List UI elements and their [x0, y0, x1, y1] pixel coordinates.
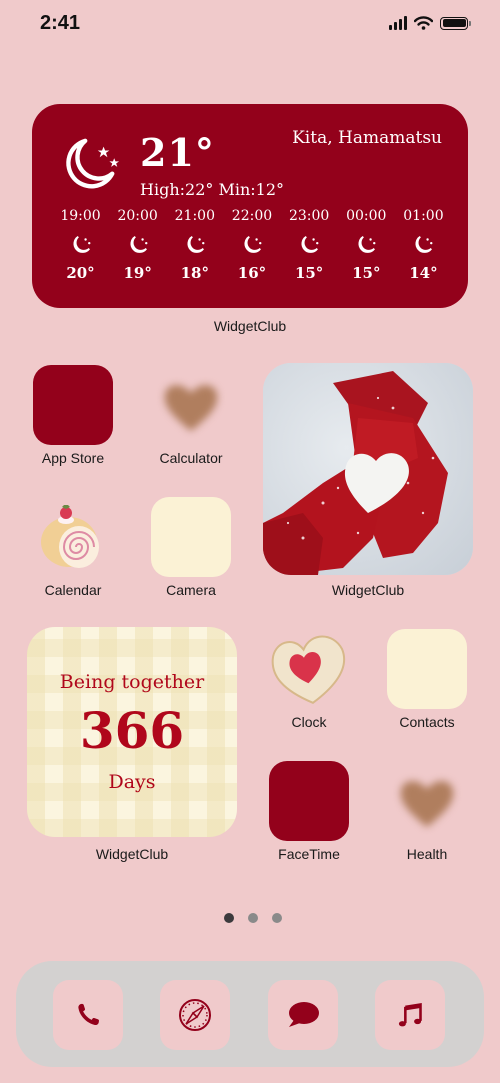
wifi-icon — [414, 16, 433, 30]
days-counter-widget[interactable]: Being together 366 Days — [27, 627, 237, 837]
dock — [16, 961, 484, 1067]
weather-location: Kita, Hamamatsu — [292, 128, 442, 148]
status-bar: 2:41 — [0, 0, 500, 50]
high-low-temperature: High:22° Min:12° — [140, 180, 285, 199]
hour-temp: 15° — [352, 264, 381, 282]
hour-time: 23:00 — [288, 208, 330, 224]
heart-icon — [164, 385, 218, 431]
calendar-icon[interactable] — [33, 497, 113, 577]
page-dot-2[interactable] — [248, 913, 258, 923]
music-note-icon — [398, 1003, 422, 1027]
app-label-calculator: Calculator — [159, 450, 223, 466]
moon-stars-icon — [358, 235, 376, 253]
hour-time: 21:00 — [174, 208, 215, 224]
hour-temp: 14° — [409, 264, 438, 282]
photo-widget[interactable] — [263, 363, 473, 575]
counter-widget-label: WidgetClub — [95, 846, 169, 862]
hourly-item: 00:00 15° — [338, 208, 395, 282]
hour-temp: 19° — [123, 264, 152, 282]
hourly-item: 22:00 16° — [223, 208, 280, 282]
app-label-camera: Camera — [166, 582, 216, 598]
speech-bubble-icon — [289, 1002, 319, 1027]
status-icons — [389, 16, 471, 30]
moon-stars-icon — [187, 235, 205, 253]
current-temperature: 21° — [140, 130, 215, 175]
dock-messages-button[interactable] — [268, 980, 338, 1050]
app-label-health: Health — [406, 846, 448, 862]
facetime-icon[interactable] — [269, 761, 349, 841]
hourly-item: 19:00 20° — [52, 208, 109, 282]
contacts-icon[interactable] — [387, 629, 467, 709]
counter-number: 366 — [79, 701, 185, 760]
page-indicator[interactable] — [224, 913, 282, 923]
gloves-snow-heart-image — [263, 363, 473, 575]
phone-icon — [78, 1003, 99, 1026]
swiss-roll-cake-icon — [41, 505, 99, 568]
dock-safari-button[interactable] — [160, 980, 230, 1050]
hourly-item: 20:00 19° — [109, 208, 166, 282]
battery-icon — [440, 16, 471, 30]
signal-icon — [389, 16, 407, 30]
app-label-app-store: App Store — [41, 450, 105, 466]
status-time: 2:41 — [40, 12, 81, 34]
app-label-facetime: FaceTime — [278, 846, 340, 862]
page-dot-3[interactable] — [272, 913, 282, 923]
app-label-clock: Clock — [291, 714, 327, 730]
hour-time: 19:00 — [60, 208, 101, 224]
hour-temp: 15° — [294, 264, 324, 282]
hour-temp: 18° — [180, 264, 209, 282]
hour-time: 00:00 — [346, 208, 387, 224]
dock-phone-button[interactable] — [53, 980, 123, 1050]
dock-music-button[interactable] — [375, 980, 445, 1050]
heart-cookie-icon — [271, 635, 346, 704]
moon-stars-icon — [72, 235, 90, 253]
hourly-forecast: 19:00 20° 20:00 19° 21:00 18° 22:00 16° … — [52, 208, 452, 282]
counter-title: Being together — [59, 671, 205, 693]
app-label-contacts: Contacts — [399, 714, 455, 730]
health-icon[interactable] — [387, 761, 467, 841]
page-dot-1[interactable] — [224, 913, 234, 923]
camera-icon[interactable] — [151, 497, 231, 577]
hourly-item: 21:00 18° — [166, 208, 223, 282]
app-label-calendar: Calendar — [44, 582, 102, 598]
moon-stars-icon — [244, 235, 262, 253]
moon-stars-icon — [130, 235, 148, 253]
compass-icon — [179, 999, 211, 1031]
weather-widget-label: WidgetClub — [213, 318, 287, 334]
moon-stars-icon — [66, 138, 120, 189]
photo-widget-label: WidgetClub — [331, 582, 405, 598]
moon-stars-icon — [415, 235, 433, 253]
moon-stars-icon — [301, 235, 319, 253]
heart-icon — [400, 781, 454, 827]
hour-temp: 20° — [66, 264, 95, 282]
hour-temp: 16° — [237, 264, 267, 282]
hourly-item: 01:00 14° — [395, 208, 452, 282]
hour-time: 01:00 — [403, 208, 444, 224]
clock-icon[interactable] — [269, 629, 349, 709]
weather-widget[interactable]: 21° High:22° Min:12° Kita, Hamamatsu 19:… — [32, 104, 468, 308]
hourly-item: 23:00 15° — [281, 208, 338, 282]
hour-time: 20:00 — [117, 208, 158, 224]
app-store-icon[interactable] — [33, 365, 113, 445]
calculator-icon[interactable] — [151, 365, 231, 445]
counter-unit: Days — [108, 771, 156, 793]
hour-time: 22:00 — [231, 208, 273, 224]
